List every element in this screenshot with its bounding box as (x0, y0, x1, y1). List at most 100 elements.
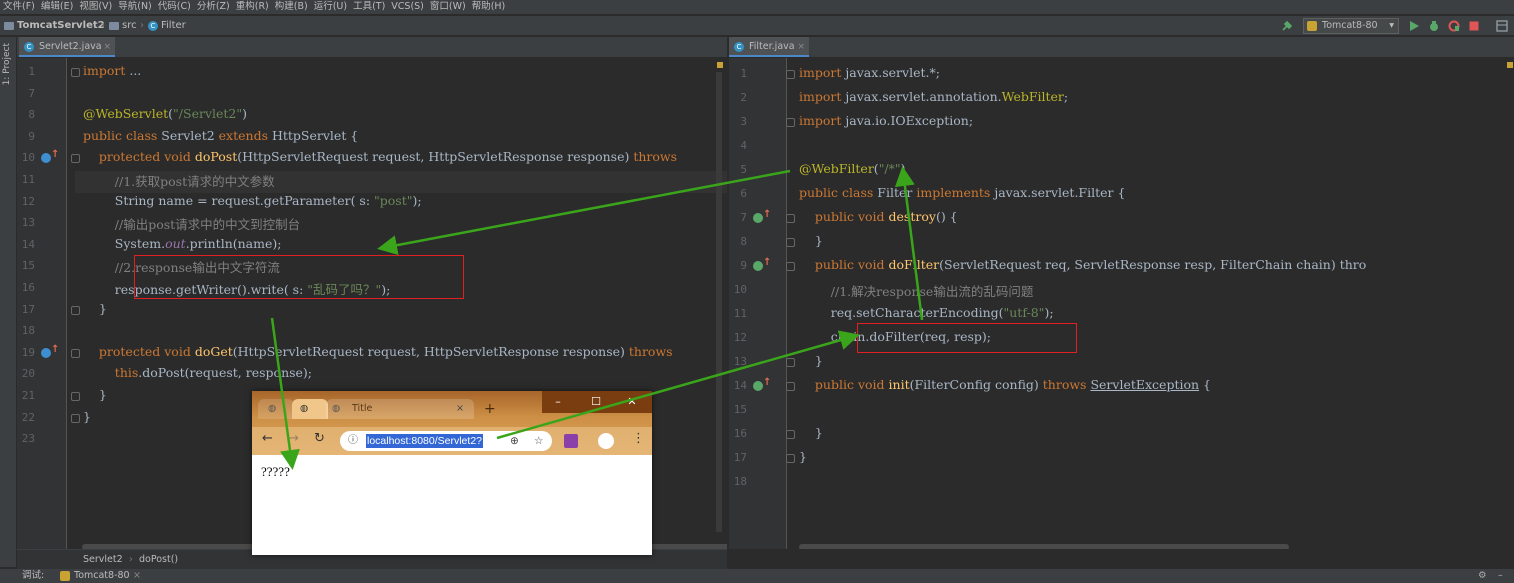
address-bar[interactable]: ⓘ localhost:8080/Servlet2? ⊕ ☆ (340, 431, 552, 451)
code-line[interactable]: //1.获取post请求的中文参数 (83, 171, 275, 190)
warning-stripe-icon[interactable] (717, 62, 723, 68)
menu-item[interactable]: 文件(F) (0, 0, 38, 14)
code-line[interactable]: public void destroy() { (799, 209, 958, 224)
code-line[interactable]: public class Filter implements javax.ser… (799, 185, 1125, 200)
menu-item[interactable]: 重构(R) (233, 0, 272, 14)
reload-icon[interactable]: ↻ (314, 431, 325, 446)
override-method-icon[interactable] (41, 347, 51, 358)
code-line[interactable]: } (799, 425, 823, 440)
code-line[interactable]: } (799, 233, 823, 248)
fold-marker-icon[interactable] (71, 305, 80, 315)
nav-src[interactable]: src (109, 16, 137, 36)
fold-marker-icon[interactable] (786, 118, 795, 127)
code-line[interactable]: import ... (83, 63, 141, 78)
code-line[interactable]: import javax.servlet.annotation.WebFilte… (799, 89, 1068, 104)
menu-item[interactable]: 导航(N) (115, 0, 155, 14)
menu-dots-icon[interactable]: ⋮ (632, 431, 645, 446)
implements-method-icon[interactable] (753, 261, 763, 271)
fold-marker-icon[interactable] (786, 454, 795, 463)
debug-config[interactable]: Tomcat8-80 (74, 569, 130, 583)
extension-icon[interactable] (598, 433, 614, 449)
code-line[interactable]: } (83, 387, 107, 402)
code-line[interactable]: } (83, 409, 91, 424)
fold-marker-icon[interactable] (71, 348, 80, 358)
implements-method-icon[interactable] (753, 381, 763, 391)
update-app-icon[interactable] (1448, 20, 1460, 32)
breadcrumb-method[interactable]: doPost() (139, 550, 178, 570)
menu-item[interactable]: 编辑(E) (38, 0, 76, 14)
code-line[interactable]: //输出post请求中的中文到控制台 (83, 214, 300, 233)
menu-item[interactable]: VCS(S) (388, 0, 427, 14)
fold-marker-icon[interactable] (786, 358, 795, 367)
menu-item[interactable]: 构建(B) (272, 0, 311, 14)
code-line[interactable]: //1.解决response输出流的乱码问题 (799, 281, 1034, 300)
browser-tab-active[interactable]: ◍ (292, 399, 328, 419)
nav-project[interactable]: TomcatServlet2 (4, 16, 105, 36)
code-line[interactable]: @WebFilter("/*") (799, 161, 906, 176)
close-icon[interactable]: × (103, 37, 111, 57)
fold-marker-icon[interactable] (71, 68, 80, 77)
tab-servlet2[interactable]: C Servlet2.java × (19, 37, 115, 57)
star-icon[interactable]: ☆ (534, 431, 543, 451)
menu-item[interactable]: 视图(V) (76, 0, 115, 14)
fold-marker-icon[interactable] (71, 392, 80, 401)
code-line[interactable]: } (799, 353, 823, 368)
close-icon[interactable]: × (133, 569, 141, 583)
code-line[interactable]: import java.io.IOException; (799, 113, 973, 128)
code-line[interactable]: public void init(FilterConfig config) th… (799, 377, 1211, 392)
warning-stripe-icon[interactable] (1507, 62, 1513, 68)
new-tab-icon[interactable]: + (484, 399, 496, 419)
menu-item[interactable]: 分析(Z) (194, 0, 233, 14)
menu-item[interactable]: 窗口(W) (427, 0, 469, 14)
run-icon[interactable] (1408, 20, 1420, 32)
menu-item[interactable]: 代码(C) (155, 0, 194, 14)
code-line[interactable]: protected void doPost(HttpServletRequest… (83, 149, 677, 164)
forward-icon[interactable]: → (288, 431, 299, 446)
fold-marker-icon[interactable] (786, 382, 795, 391)
zoom-icon[interactable]: ⊕ (510, 431, 519, 451)
fold-marker-icon[interactable] (786, 214, 795, 223)
code-line[interactable]: this.doPost(request, response); (83, 365, 312, 380)
close-window-icon[interactable]: ✕ (616, 391, 648, 413)
minimize-icon[interactable]: – (542, 391, 574, 413)
onenote-icon[interactable] (564, 434, 578, 448)
fold-marker-icon[interactable] (786, 238, 795, 247)
menu-item[interactable]: 工具(T) (350, 0, 388, 14)
back-icon[interactable]: ← (262, 431, 273, 446)
fold-marker-icon[interactable] (786, 430, 795, 439)
stop-icon[interactable] (1468, 20, 1480, 32)
vertical-scrollbar[interactable] (716, 72, 722, 532)
code-line[interactable]: String name = request.getParameter( s: "… (83, 193, 422, 208)
address-url[interactable]: localhost:8080/Servlet2? (366, 434, 483, 448)
code-line[interactable]: System.out.println(name); (83, 236, 282, 251)
debug-icon[interactable] (1428, 20, 1440, 32)
close-icon[interactable]: × (797, 37, 805, 57)
maximize-icon[interactable]: ☐ (580, 391, 612, 413)
project-tool-button[interactable]: 1: Project (2, 43, 12, 85)
code-line[interactable]: } (83, 301, 107, 316)
nav-file[interactable]: C Filter (148, 16, 186, 36)
breadcrumb-class[interactable]: Servlet2 (83, 550, 123, 570)
code-line[interactable]: public class Servlet2 extends HttpServle… (83, 128, 358, 143)
code-line[interactable]: req.setCharacterEncoding("utf-8"); (799, 305, 1054, 320)
code-line[interactable]: @WebServlet("/Servlet2") (83, 106, 247, 121)
fold-marker-icon[interactable] (786, 70, 795, 79)
build-hammer-icon[interactable] (1281, 20, 1293, 32)
fold-marker-icon[interactable] (786, 262, 795, 271)
run-config-select[interactable]: Tomcat8-80 ▾ (1303, 18, 1399, 34)
right-code-editor[interactable]: 1 import javax.servlet.*; 2 import javax.se… (729, 58, 1514, 549)
tab-filter[interactable]: C Filter.java × (729, 37, 809, 57)
menu-item[interactable]: 运行(U) (311, 0, 350, 14)
fold-marker-icon[interactable] (71, 154, 80, 164)
code-line[interactable]: import javax.servlet.*; (799, 65, 940, 80)
project-structure-icon[interactable] (1496, 20, 1508, 32)
close-tab-icon[interactable]: × (456, 399, 464, 419)
minimize-panel-icon[interactable]: – (1498, 569, 1503, 583)
browser-tab-title[interactable]: ◍ Title × (326, 399, 474, 419)
implements-method-icon[interactable] (753, 213, 763, 223)
menu-item[interactable]: 帮助(H) (469, 0, 509, 14)
browser-tab-inactive[interactable]: ◍ (258, 399, 294, 419)
code-line[interactable]: } (799, 449, 807, 464)
gear-icon[interactable]: ⚙ (1478, 569, 1487, 583)
fold-marker-icon[interactable] (71, 413, 80, 423)
